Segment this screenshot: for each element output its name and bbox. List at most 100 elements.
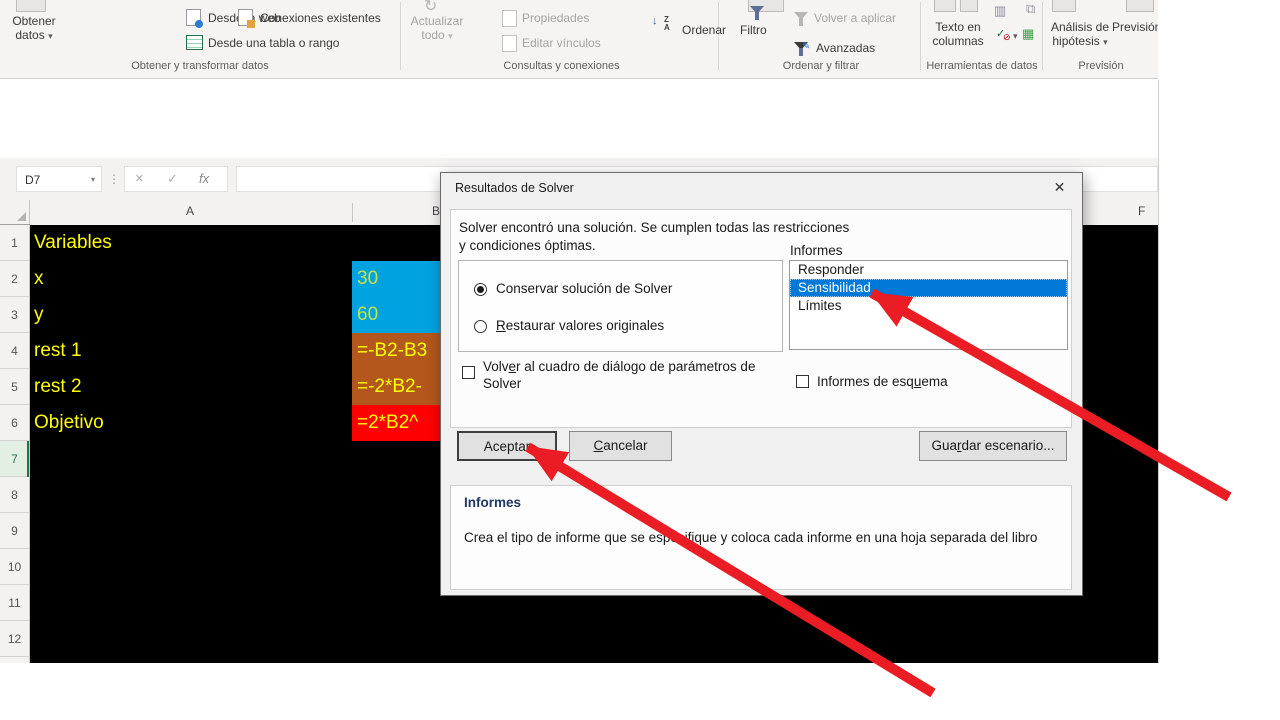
select-all-corner[interactable] <box>0 200 30 225</box>
chevron-down-icon: ▾ <box>48 31 53 41</box>
sort-za-icon: ↓ <box>652 17 658 34</box>
existing-connections-icon <box>238 9 253 26</box>
chevron-down-icon: ▾ <box>448 31 453 41</box>
what-if-label-2: hipótesis <box>1052 34 1099 48</box>
row-header-5[interactable]: 5 <box>0 369 29 405</box>
refresh-all-label-1: Actualizar <box>411 14 464 28</box>
get-data-label-2: datos <box>15 28 44 42</box>
save-scenario-button[interactable]: Guardar escenario... <box>919 431 1067 461</box>
filter-button[interactable]: Filtro <box>740 23 767 37</box>
refresh-all-icon: ↻ <box>424 0 437 14</box>
outline-reports-label: Informes de esquema <box>817 373 948 390</box>
drag-handle-icon: ⋮ <box>108 166 120 192</box>
name-box-value: D7 <box>25 173 40 187</box>
return-to-dialog-checkbox[interactable] <box>462 366 475 379</box>
row-header-13[interactable]: 13 <box>0 657 29 663</box>
group-label-data-tools: Herramientas de datos <box>922 60 1042 72</box>
row-header-9[interactable]: 9 <box>0 513 29 549</box>
group-label-queries: Consultas y conexiones <box>405 60 718 72</box>
chevron-down-icon: ▾ <box>1103 37 1108 47</box>
text-to-columns-label-1: Texto en <box>935 20 980 34</box>
solver-results-dialog: Resultados de Solver ✕ Solver encontró u… <box>440 172 1083 596</box>
cell-a3[interactable]: y <box>34 297 344 333</box>
restore-values-label: Restaurar valores originales <box>496 318 664 333</box>
row-header-11[interactable]: 11 <box>0 585 29 621</box>
formula-controls: × ✓ fx <box>124 166 228 192</box>
get-data-icon <box>16 0 46 12</box>
group-label-get-transform: Obtener y transformar datos <box>0 60 400 72</box>
forecast-sheet-button[interactable]: Previsión <box>1112 20 1158 34</box>
from-table-button[interactable]: Desde una tabla o rango <box>208 36 339 50</box>
cancel-entry-icon[interactable]: × <box>135 167 144 191</box>
row-header-8[interactable]: 8 <box>0 477 29 513</box>
cell-a1[interactable]: Variables <box>34 225 344 261</box>
solution-options-box: Conservar solución de Solver Restaurar v… <box>458 260 783 352</box>
consolidate-icon: ▦ <box>1022 27 1034 41</box>
refresh-all-label-2: todo <box>421 28 444 42</box>
what-if-label-1: Análisis de <box>1051 20 1109 34</box>
row-headers[interactable]: 12345678910111213 <box>0 225 30 663</box>
validation-slash-icon: ⊘ <box>1003 30 1011 44</box>
row-header-1[interactable]: 1 <box>0 225 29 261</box>
reapply-button: Volver a aplicar <box>814 11 896 25</box>
from-table-icon <box>186 35 203 50</box>
column-header-b[interactable]: B <box>432 204 440 218</box>
get-data-label-1: Obtener <box>12 14 55 28</box>
insert-function-icon[interactable]: fx <box>199 167 209 191</box>
remove-duplicates-icon: ▥ <box>994 4 1006 18</box>
informes-listbox[interactable]: ResponderSensibilidadLímites <box>789 260 1068 350</box>
enter-entry-icon[interactable]: ✓ <box>167 167 178 191</box>
get-data-button[interactable]: Obtener datos ▾ <box>6 14 62 42</box>
report-option-limites[interactable]: Límites <box>790 297 1067 315</box>
row-header-6[interactable]: 6 <box>0 405 29 441</box>
outline-reports-checkbox[interactable] <box>796 375 809 388</box>
cell-a5[interactable]: rest 2 <box>34 369 344 405</box>
edit-links-button: Editar vínculos <box>522 36 601 50</box>
report-option-sensibilidad[interactable]: Sensibilidad <box>790 279 1067 297</box>
cancel-button[interactable]: Cancelar <box>569 431 672 461</box>
pencil-icon: ✎ <box>802 40 810 54</box>
accept-button[interactable]: Aceptar <box>457 431 557 461</box>
column-header-f[interactable]: F <box>1138 204 1145 218</box>
restore-values-radio[interactable] <box>474 320 487 333</box>
row-header-2[interactable]: 2 <box>0 261 29 297</box>
row-header-7[interactable]: 7 <box>0 441 29 477</box>
group-divider <box>400 2 401 70</box>
cell-a4[interactable]: rest 1 <box>34 333 344 369</box>
reports-list-label: Informes <box>790 243 843 258</box>
report-description-box: Informes Crea el tipo de informe que se … <box>450 485 1072 590</box>
sort-letters-icon: ZA <box>664 16 670 32</box>
existing-connections-button[interactable]: Conexiones existentes <box>260 11 381 25</box>
what-if-analysis-button[interactable]: Análisis de hipótesis ▾ <box>1044 20 1116 48</box>
sort-button[interactable]: Ordenar <box>682 23 726 37</box>
text-to-columns-label-2: columnas <box>932 34 983 48</box>
refresh-all-button: Actualizar todo ▾ <box>404 14 470 42</box>
close-icon[interactable]: ✕ <box>1037 173 1082 202</box>
name-box-caret-icon[interactable]: ▾ <box>91 167 95 193</box>
advanced-filter-button[interactable]: Avanzadas <box>816 41 875 55</box>
properties-icon <box>502 10 517 27</box>
what-if-partial-icon <box>1052 0 1076 12</box>
text-to-columns-button[interactable]: Texto en columnas <box>922 20 994 48</box>
row-header-3[interactable]: 3 <box>0 297 29 333</box>
column-separator[interactable] <box>352 203 353 222</box>
report-option-responder[interactable]: Responder <box>790 261 1067 279</box>
cell-a6[interactable]: Objetivo <box>34 405 344 441</box>
relationships-icon: ⧉ <box>1026 2 1035 16</box>
solver-status-groupbox: Solver encontró una solución. Se cumplen… <box>450 209 1072 428</box>
chevron-down-icon[interactable]: ▾ <box>1013 31 1018 42</box>
flash-fill-partial-icon <box>960 0 978 12</box>
from-web-icon <box>186 9 201 26</box>
keep-solution-radio[interactable] <box>474 283 487 296</box>
group-label-forecast: Previsión <box>1044 60 1158 72</box>
row-header-12[interactable]: 12 <box>0 621 29 657</box>
group-divider <box>1042 2 1043 70</box>
name-box[interactable]: D7 ▾ <box>16 166 102 192</box>
row-header-4[interactable]: 4 <box>0 333 29 369</box>
dialog-title: Resultados de Solver <box>455 173 574 203</box>
row-header-10[interactable]: 10 <box>0 549 29 585</box>
column-header-a[interactable]: A <box>186 204 194 218</box>
cell-a2[interactable]: x <box>34 261 344 297</box>
report-description-text: Crea el tipo de informe que se especifiq… <box>464 530 1064 545</box>
group-label-sort-filter: Ordenar y filtrar <box>722 60 920 72</box>
